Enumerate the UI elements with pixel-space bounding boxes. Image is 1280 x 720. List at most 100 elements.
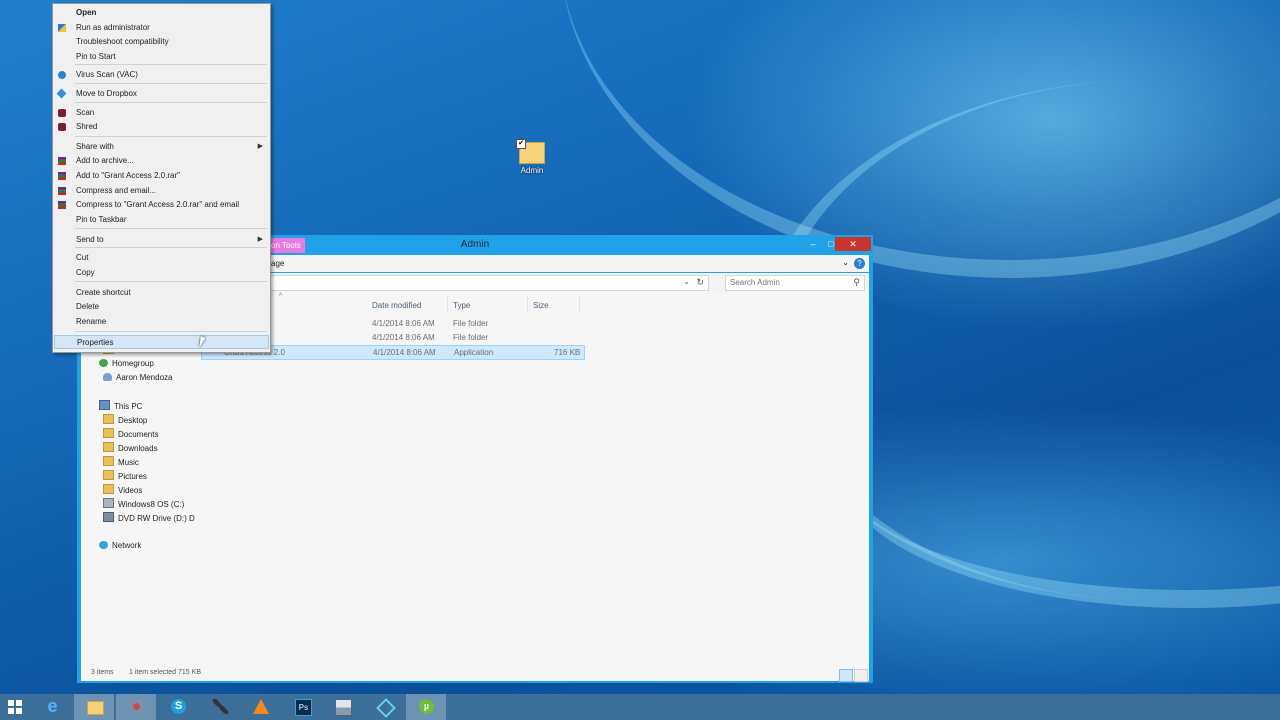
menu-item-compress-to-grant-access-2-0-rar-and-email[interactable]: Compress to "Grant Access 2.0.rar" and e… — [54, 198, 269, 212]
network-icon — [99, 541, 108, 549]
menu-item-properties[interactable]: Properties — [54, 335, 269, 349]
context-menu: Open Run as administrator Troubleshoot com… — [52, 3, 271, 353]
search-icon[interactable]: ⚲ — [853, 277, 860, 288]
menu-item-send-to[interactable]: Send to ▶ — [54, 233, 269, 247]
column-divider[interactable] — [527, 297, 528, 311]
menu-item-cut[interactable]: Cut — [54, 251, 269, 265]
large-icons-view-button[interactable] — [854, 669, 868, 682]
snipping-tool-icon — [129, 699, 144, 714]
address-dropdown-icon[interactable]: ⌄ — [683, 277, 690, 286]
refresh-icon[interactable]: ↻ — [696, 277, 704, 288]
folder-icon — [103, 470, 114, 480]
user-icon — [103, 373, 112, 381]
virus-scan-icon — [58, 71, 66, 79]
menu-separator — [75, 228, 267, 229]
menu-separator — [75, 331, 267, 332]
photoshop-icon: Ps — [295, 699, 312, 716]
dropbox-icon — [56, 88, 67, 99]
menu-separator — [75, 247, 267, 248]
menu-item-add-to-grant-access-2-0-rar[interactable]: Add to "Grant Access 2.0.rar" — [54, 169, 269, 183]
help-icon[interactable]: ? — [854, 258, 865, 269]
menu-item-scan[interactable]: Scan — [54, 106, 269, 120]
nav-homegroup-user[interactable]: Aaron Mendoza — [103, 372, 172, 384]
menu-item-delete[interactable]: Delete — [54, 300, 269, 314]
taskbar-internet-explorer[interactable]: e — [32, 694, 72, 720]
vlc-icon — [253, 699, 269, 714]
manage-tab[interactable]: age — [271, 259, 284, 268]
checkbox-icon: ✔ — [516, 139, 526, 149]
nav-network[interactable]: Network — [99, 540, 141, 552]
drive-icon — [103, 498, 114, 508]
column-divider[interactable] — [579, 297, 580, 311]
nav-downloads[interactable]: Downloads — [103, 442, 158, 454]
nav-this-pc[interactable]: This PC — [99, 400, 142, 412]
folder-icon — [103, 456, 114, 466]
search-input[interactable] — [726, 276, 844, 288]
column-type[interactable]: Type — [453, 301, 470, 310]
skype-icon: S — [171, 699, 186, 714]
nav-videos[interactable]: Videos — [103, 484, 142, 496]
taskbar-vlc[interactable] — [240, 694, 280, 720]
column-date-modified[interactable]: Date modified — [372, 301, 421, 310]
menu-item-troubleshoot-compatibility[interactable]: Troubleshoot compatibility — [54, 35, 269, 49]
taskbar-file-explorer[interactable] — [74, 694, 114, 720]
menu-item-pin-to-taskbar[interactable]: Pin to Taskbar — [54, 213, 269, 227]
folder-icon — [103, 428, 114, 438]
nav-music[interactable]: Music — [103, 456, 139, 468]
ribbon-expand-icon[interactable]: ⌄ — [842, 258, 849, 267]
menu-item-shred[interactable]: Shred — [54, 120, 269, 134]
desktop-icon-admin[interactable]: ✔ Admin — [514, 139, 550, 175]
file-explorer-icon — [87, 701, 104, 715]
nav-desktop[interactable]: Desktop — [103, 414, 147, 426]
nav-pictures[interactable]: Pictures — [103, 470, 147, 482]
menu-item-compress-and-email[interactable]: Compress and email... — [54, 184, 269, 198]
menu-separator — [75, 136, 267, 137]
item-count: 3 items — [91, 669, 114, 676]
folder-icon — [103, 484, 114, 494]
menu-separator — [75, 281, 267, 282]
desktop: ✔ Admin on Tools Admin – □ ✕ age ⌄ ? ⌄ ↻… — [0, 0, 1280, 694]
menu-item-open[interactable]: Open — [54, 6, 269, 20]
taskbar-sync[interactable] — [364, 694, 404, 720]
homegroup-icon — [99, 359, 108, 367]
search-box[interactable]: ⚲ — [725, 275, 865, 291]
taskbar-snipping-tool[interactable] — [116, 694, 156, 720]
sync-icon — [376, 698, 396, 718]
taskbar: e S Ps µ — [0, 694, 1280, 720]
taskbar-tools[interactable] — [200, 694, 240, 720]
nav-drive-c[interactable]: Windows8 OS (C:) — [103, 498, 184, 510]
mouse-cursor-icon — [199, 336, 211, 348]
close-button[interactable]: ✕ — [835, 237, 871, 251]
file-list: ^ Date modified Type Size 4/1/2014 8:06 … — [189, 293, 869, 667]
nav-documents[interactable]: Documents — [103, 428, 158, 440]
column-size[interactable]: Size — [533, 301, 549, 310]
taskbar-skype[interactable]: S — [158, 694, 198, 720]
menu-separator — [75, 102, 267, 103]
nav-drive-d[interactable]: DVD RW Drive (D:) D — [103, 512, 195, 524]
menu-item-move-to-dropbox[interactable]: Move to Dropbox — [54, 87, 269, 101]
details-view-button[interactable] — [839, 669, 853, 682]
winrar-icon — [58, 172, 66, 180]
menu-item-rename[interactable]: Rename — [54, 315, 269, 329]
menu-item-pin-to-start[interactable]: Pin to Start — [54, 50, 269, 64]
menu-item-virus-scan-vac[interactable]: Virus Scan (VAC) — [54, 68, 269, 82]
winrar-icon — [58, 157, 66, 165]
internet-explorer-icon: e — [47, 696, 58, 716]
column-divider[interactable] — [447, 297, 448, 311]
sort-ascending-icon[interactable]: ^ — [279, 293, 282, 300]
status-bar: 3 items 1 item selected 715 KB — [81, 667, 869, 682]
taskbar-media[interactable] — [322, 694, 362, 720]
menu-item-add-to-archive[interactable]: Add to archive... — [54, 154, 269, 168]
menu-item-run-as-administrator[interactable]: Run as administrator — [54, 21, 269, 35]
windows-logo-icon — [8, 700, 22, 714]
winrar-icon — [58, 201, 66, 209]
menu-item-share-with[interactable]: Share with ▶ — [54, 140, 269, 154]
submenu-arrow-icon: ▶ — [257, 143, 263, 150]
menu-item-create-shortcut[interactable]: Create shortcut — [54, 286, 269, 300]
menu-item-copy[interactable]: Copy — [54, 266, 269, 280]
taskbar-photoshop[interactable]: Ps — [282, 694, 322, 720]
uac-shield-icon — [58, 24, 66, 32]
taskbar-utorrent[interactable]: µ — [406, 694, 446, 720]
folder-icon — [103, 414, 114, 424]
nav-homegroup[interactable]: Homegroup — [99, 358, 154, 370]
